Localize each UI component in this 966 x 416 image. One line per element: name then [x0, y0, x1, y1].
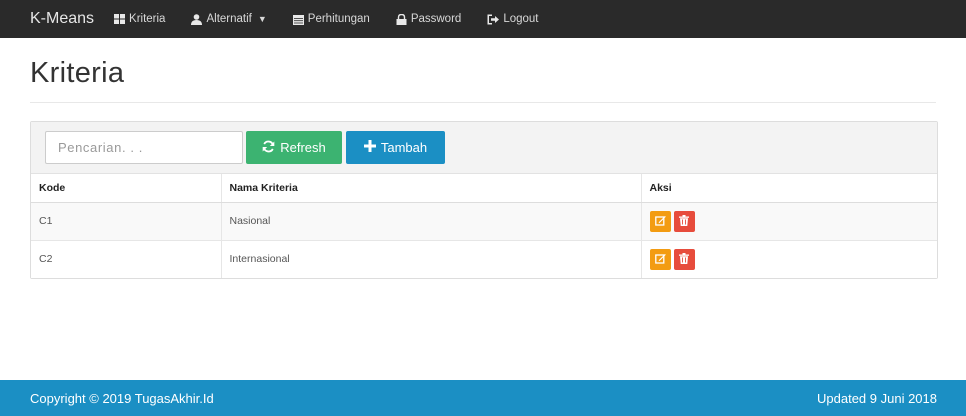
lock-icon: [396, 13, 407, 25]
user-icon: [191, 13, 203, 25]
caret-down-icon: ▼: [257, 14, 267, 24]
page-title: Kriteria: [30, 57, 125, 89]
brand-logo[interactable]: K-Means: [30, 10, 94, 28]
nav-item-kriteria[interactable]: Kriteria: [114, 13, 165, 25]
cell-nama: Internasional: [220, 239, 641, 278]
footer-updated: Updated 9 Juni 2018: [817, 390, 937, 406]
search-input[interactable]: [45, 131, 243, 164]
kriteria-panel: Refresh Tambah Kode Nama Kriteria Aksi C…: [30, 121, 938, 279]
column-header-kode: Kode: [31, 174, 221, 203]
nav-item-perhitungan[interactable]: Perhitungan: [292, 13, 370, 25]
trash-icon: [679, 252, 689, 267]
page-footer: Copyright © 2019 TugasAkhir.Id Updated 9…: [0, 380, 966, 416]
nav-item-logout[interactable]: Logout: [487, 13, 539, 25]
top-navbar: K-Means Kriteria Alternatif ▼ Perhitunga…: [0, 0, 966, 38]
nav-item-label: Alternatif: [206, 13, 252, 25]
edit-button[interactable]: [649, 248, 671, 270]
logout-icon: [487, 14, 500, 25]
add-label: Tambah: [380, 140, 428, 155]
cell-aksi: [640, 239, 937, 278]
cell-kode: C1: [31, 201, 221, 240]
column-header-aksi: Aksi: [640, 174, 937, 203]
refresh-button[interactable]: Refresh: [246, 131, 342, 164]
calendar-icon: [292, 14, 304, 25]
nav-item-label: Perhitungan: [307, 13, 370, 25]
delete-button[interactable]: [673, 248, 695, 270]
cell-nama: Nasional: [220, 201, 641, 240]
table-row: C2 Internasional: [31, 239, 937, 278]
grid-icon: [114, 14, 126, 24]
delete-button[interactable]: [673, 210, 695, 232]
footer-copyright: Copyright © 2019 TugasAkhir.Id: [30, 390, 214, 406]
nav-item-label: Kriteria: [129, 13, 166, 25]
trash-icon: [679, 214, 689, 229]
cell-kode: C2: [31, 239, 221, 278]
column-header-nama: Nama Kriteria: [220, 174, 641, 203]
edit-icon: [654, 252, 666, 267]
plus-icon: [363, 140, 376, 155]
table-header-row: Kode Nama Kriteria Aksi: [31, 174, 937, 203]
edit-icon: [654, 214, 666, 229]
kriteria-table: Kode Nama Kriteria Aksi C1 Nasional C2 I…: [31, 174, 937, 278]
cell-aksi: [640, 201, 937, 240]
table-row: C1 Nasional: [31, 201, 937, 240]
title-divider: [30, 102, 936, 103]
edit-button[interactable]: [649, 210, 671, 232]
nav-item-label: Logout: [503, 13, 539, 25]
panel-toolbar: Refresh Tambah: [31, 122, 937, 174]
add-button[interactable]: Tambah: [346, 131, 445, 164]
nav-item-password[interactable]: Password: [396, 13, 462, 25]
refresh-icon: [262, 140, 275, 156]
nav-item-label: Password: [410, 13, 462, 25]
nav-item-alternatif[interactable]: Alternatif ▼: [191, 13, 267, 25]
refresh-label: Refresh: [280, 140, 326, 155]
